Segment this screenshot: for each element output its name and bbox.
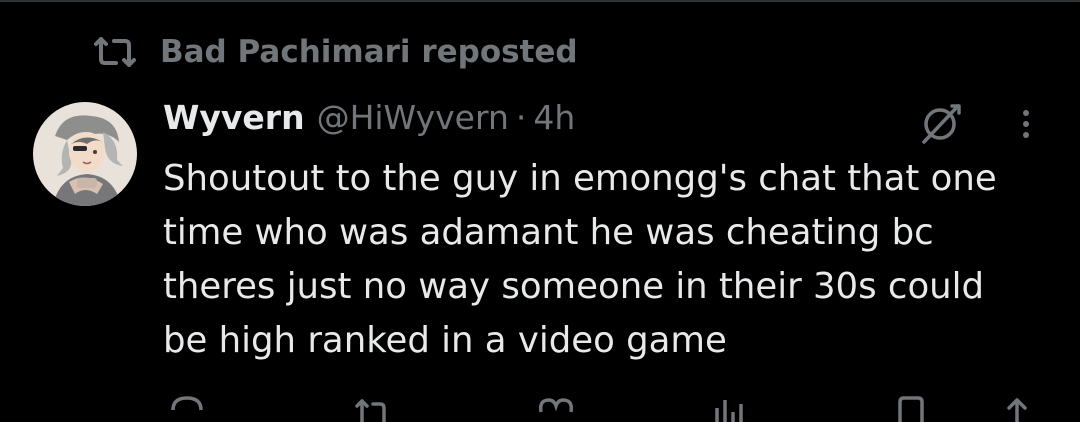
bookmark-icon[interactable] xyxy=(891,392,931,422)
repost-label[interactable]: Bad Pachimari reposted xyxy=(160,34,578,70)
display-name[interactable]: Wyvern xyxy=(163,98,305,137)
action-bar xyxy=(163,392,1043,422)
repost-indicator[interactable]: Bad Pachimari reposted xyxy=(90,30,578,74)
repost-icon xyxy=(94,37,136,67)
share-icon[interactable] xyxy=(997,392,1037,422)
avatar[interactable] xyxy=(33,102,137,206)
more-options-icon[interactable] xyxy=(1006,104,1046,144)
header-separator: · xyxy=(515,98,527,137)
tweet-header: Wyvern @HiWyvern · 4h xyxy=(163,98,575,144)
like-icon[interactable] xyxy=(535,392,575,422)
top-divider xyxy=(0,0,1080,2)
user-handle[interactable]: @HiWyvern xyxy=(317,98,509,137)
grok-icon[interactable] xyxy=(918,100,964,146)
reply-icon[interactable] xyxy=(167,392,207,422)
views-icon[interactable] xyxy=(709,392,749,422)
tweet-text: Shoutout to the guy in emongg's chat tha… xyxy=(163,158,997,361)
timestamp[interactable]: 4h xyxy=(533,98,575,137)
repost-icon[interactable] xyxy=(353,392,393,422)
